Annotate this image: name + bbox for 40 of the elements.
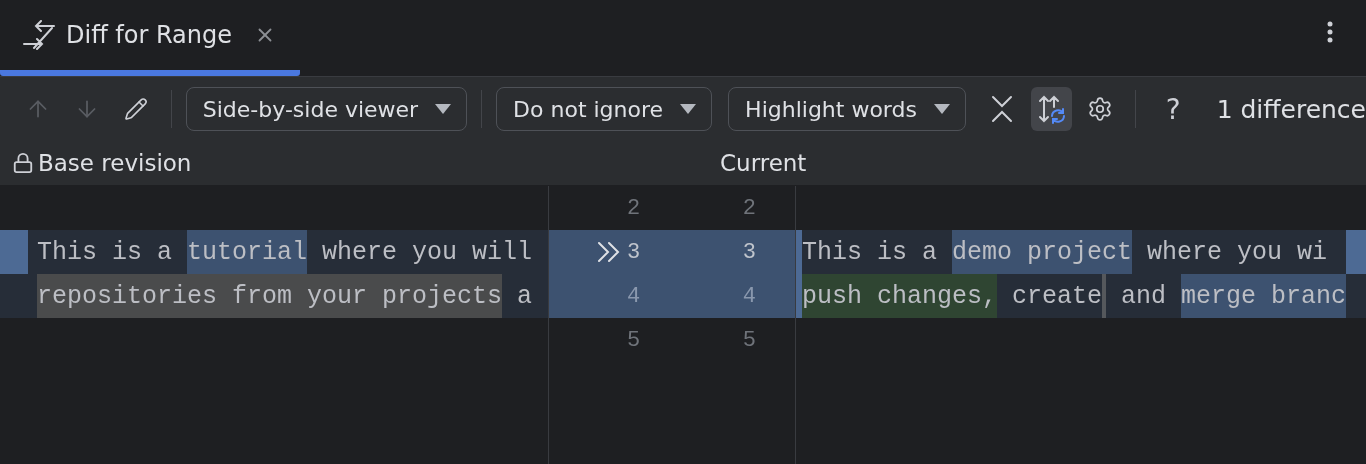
changed-text: demo project bbox=[952, 230, 1133, 274]
help-button[interactable]: ? bbox=[1159, 92, 1187, 126]
deleted-text: repositories from your projects bbox=[37, 274, 503, 318]
code-text: and bbox=[1120, 280, 1168, 313]
code-text: a bbox=[516, 280, 533, 313]
deletion-marker bbox=[1102, 274, 1107, 318]
diff-arrows-icon bbox=[22, 20, 56, 50]
line-number: 5 bbox=[741, 327, 756, 353]
sync-scroll-icon bbox=[1036, 94, 1067, 124]
code-text: where you wi bbox=[1146, 236, 1328, 269]
base-revision-header: Base revision bbox=[38, 150, 192, 176]
difference-count: 1 difference bbox=[1216, 94, 1366, 124]
dropdown-caret-icon bbox=[932, 103, 951, 115]
more-vertical-icon bbox=[1327, 21, 1333, 43]
dropdown-caret-icon bbox=[679, 103, 698, 115]
inserted-text: push changes, bbox=[802, 274, 998, 318]
current-header: Current bbox=[720, 150, 807, 176]
viewer-dropdown[interactable]: Side-by-side viewer bbox=[185, 87, 468, 131]
code-text: This is a bbox=[37, 236, 174, 269]
pencil-icon bbox=[124, 97, 149, 121]
changed-text: tutorial bbox=[187, 230, 308, 274]
line-number: 4 bbox=[627, 283, 640, 309]
line-number: 2 bbox=[627, 195, 640, 221]
tab-title: Diff for Range bbox=[66, 21, 232, 49]
line-number: 5 bbox=[627, 327, 640, 353]
dropdown[interactable]: Do not ignore bbox=[496, 87, 713, 131]
changed-text: merge branc bbox=[1181, 274, 1347, 318]
settings-icon bbox=[1087, 96, 1114, 122]
dropdown-caret-icon bbox=[434, 103, 453, 115]
apply-changes-icon[interactable] bbox=[597, 241, 621, 263]
code-text: This is a bbox=[802, 236, 939, 269]
line-number: 3 bbox=[627, 239, 640, 265]
line-number: 4 bbox=[741, 283, 756, 309]
line-number: 2 bbox=[741, 195, 756, 221]
line-number: 3 bbox=[741, 239, 756, 265]
code-text: where you will bbox=[321, 236, 533, 269]
dropdown[interactable]: Highlight words bbox=[728, 87, 966, 131]
code-text: create bbox=[1011, 280, 1103, 313]
sync-scroll-button[interactable] bbox=[1030, 87, 1072, 131]
collapse-icon bbox=[991, 95, 1014, 123]
